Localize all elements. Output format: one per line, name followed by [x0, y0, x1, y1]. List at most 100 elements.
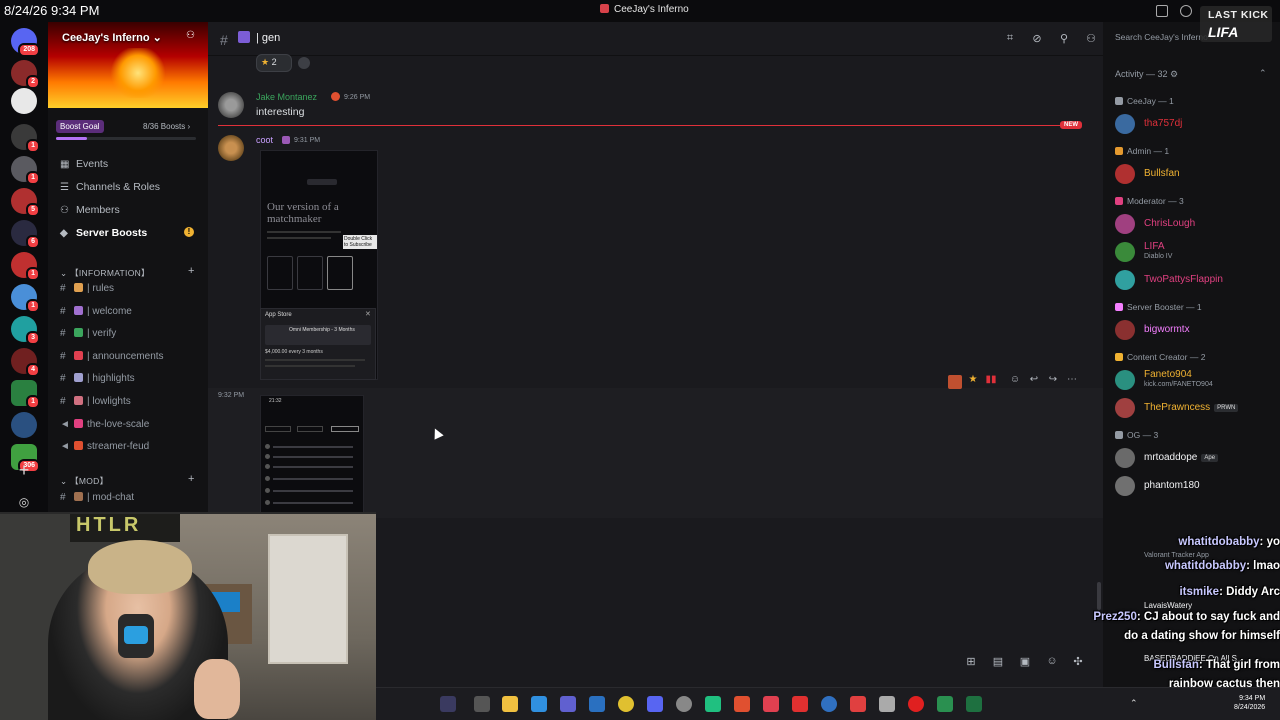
avatar[interactable] [1115, 114, 1135, 134]
server-icon[interactable]: 1 [11, 380, 40, 409]
add-channel-icon[interactable]: + [188, 265, 195, 277]
help-icon[interactable] [821, 696, 837, 712]
forward-icon[interactable]: ↪ [1046, 374, 1060, 388]
server-icon[interactable]: 1 [11, 124, 40, 153]
invite-icon[interactable]: ⚇ [186, 30, 195, 41]
member-item[interactable]: phantom180 [1144, 480, 1200, 491]
channel-item[interactable]: ◄ streamer-feud [60, 441, 149, 457]
member-item[interactable]: mrtoaddope Ape [1144, 452, 1219, 463]
discover-icon[interactable]: ◎ [13, 492, 35, 514]
app-icon[interactable] [792, 696, 808, 712]
avatar[interactable] [218, 135, 244, 161]
member-item[interactable]: ChrisLough [1144, 218, 1195, 229]
store-icon[interactable] [589, 696, 605, 712]
tray-chevron-icon[interactable]: ⌃ [1130, 698, 1138, 709]
bars-icon[interactable]: ▮▮ [984, 374, 998, 388]
member-list-icon[interactable]: ⚇ [1085, 32, 1097, 45]
avatar[interactable] [1115, 476, 1135, 496]
channel-item[interactable]: # | announcements [60, 350, 164, 367]
menu-members[interactable]: ⚇ Members [60, 204, 120, 222]
avatar[interactable] [1115, 320, 1135, 340]
boost-goal-label[interactable]: Boost Goal [56, 120, 104, 133]
add-channel-icon[interactable]: + [188, 473, 195, 485]
mute-icon[interactable]: ⊘ [1031, 32, 1043, 45]
channel-item[interactable]: # | rules [60, 283, 114, 299]
menu-server-boosts[interactable]: ◆ Server Boosts! [60, 227, 200, 245]
server-icon[interactable]: 6 [11, 220, 40, 249]
add-reaction-icon[interactable] [298, 57, 310, 69]
member-name[interactable]: LavaisWatery [1144, 601, 1192, 610]
avatar[interactable] [1115, 270, 1135, 290]
threads-icon[interactable]: ⌗ [1004, 32, 1016, 44]
avatar[interactable] [1115, 370, 1135, 390]
menu-events[interactable]: ▦ Events [60, 158, 108, 176]
emoji-icon[interactable]: ☺ [1046, 655, 1058, 667]
app-icon[interactable] [879, 696, 895, 712]
star-icon[interactable]: ★ [966, 374, 980, 388]
teams-icon[interactable] [560, 696, 576, 712]
member-item[interactable]: LIFA [1144, 241, 1165, 252]
server-icon[interactable]: 2 [11, 60, 40, 89]
pin-icon[interactable]: ⚲ [1058, 32, 1070, 45]
github-icon[interactable] [676, 696, 692, 712]
server-icon[interactable]: 1 [11, 284, 40, 313]
music-icon[interactable] [763, 696, 779, 712]
gift-icon[interactable]: ⊞ [965, 655, 977, 668]
add-server-icon[interactable]: + [13, 460, 35, 482]
category-mod[interactable]: ⌄ 【MOD】 + [60, 473, 200, 487]
member-item[interactable]: ThePrawncess PRWN [1144, 402, 1239, 413]
inbox-icon[interactable] [1156, 5, 1168, 17]
taskbar-clock[interactable]: 9:34 PM 8/24/2026 [1234, 694, 1265, 712]
avatar[interactable] [1115, 164, 1135, 184]
member-item[interactable]: TwoPattysFlappin [1144, 274, 1223, 285]
app-icon[interactable] [705, 696, 721, 712]
category-information[interactable]: ⌄ 【INFORMATION】 + [60, 265, 200, 279]
help-icon[interactable] [1180, 5, 1192, 17]
folder-icon[interactable] [502, 696, 518, 712]
server-icon[interactable] [11, 412, 37, 438]
more-icon[interactable]: ⋯ [1065, 374, 1079, 388]
direct-messages-icon[interactable]: 208 [11, 28, 40, 57]
opera-icon[interactable] [908, 696, 924, 712]
image-attachment[interactable]: 21:32 [260, 395, 364, 513]
chrome-icon[interactable] [618, 696, 634, 712]
member-item[interactable]: tha757dj [1144, 118, 1182, 129]
channel-item[interactable]: # | highlights [60, 373, 135, 389]
sticker-icon[interactable]: ▣ [1019, 655, 1031, 668]
menu-channels-roles[interactable]: ☰ Channels & Roles [60, 181, 160, 199]
brave-icon[interactable] [734, 696, 750, 712]
app-icon[interactable] [531, 696, 547, 712]
member-item[interactable]: Bullsfan [1144, 168, 1180, 179]
message-author[interactable]: Jake Montanez [256, 92, 317, 102]
server-icon[interactable]: 3 [11, 316, 40, 345]
channel-item[interactable]: # | welcome [60, 305, 132, 322]
avatar[interactable] [1115, 448, 1135, 468]
boost-count[interactable]: 8/36 Boosts › [143, 122, 190, 131]
server-name[interactable]: CeeJay's Inferno ⌄ [62, 31, 162, 44]
reply-icon[interactable]: ↩ [1027, 374, 1041, 388]
channel-item[interactable]: # | verify [60, 328, 116, 344]
server-icon[interactable]: 4 [11, 348, 40, 377]
channel-item[interactable]: # | lowlights [60, 396, 131, 412]
server-icon[interactable]: 5 [11, 188, 40, 217]
member-item[interactable]: bigwormtx [1144, 324, 1190, 335]
reaction-star[interactable]: ★ 2 [256, 54, 292, 72]
collapse-icon[interactable]: ⌃ [1259, 68, 1267, 79]
xbox-icon[interactable] [937, 696, 953, 712]
avatar[interactable] [1115, 398, 1135, 418]
avatar[interactable] [218, 92, 244, 118]
excel-icon[interactable] [966, 696, 982, 712]
avatar[interactable] [1115, 214, 1135, 234]
message-author[interactable]: coot [256, 135, 273, 145]
member-item[interactable]: Faneto904 [1144, 369, 1192, 380]
app-icon[interactable] [440, 696, 456, 712]
activity-header[interactable]: Activity — 32 ⚙ [1115, 69, 1178, 80]
server-icon[interactable] [11, 88, 37, 114]
discord-icon[interactable] [647, 696, 663, 712]
add-reaction-icon[interactable]: ☺ [1008, 374, 1022, 388]
gif-icon[interactable]: ▤ [992, 655, 1004, 668]
channel-item[interactable]: # | mod-chat [60, 492, 134, 508]
app-icon[interactable] [474, 696, 490, 712]
avatar[interactable] [1115, 242, 1135, 262]
server-icon[interactable]: 1 [11, 252, 40, 281]
